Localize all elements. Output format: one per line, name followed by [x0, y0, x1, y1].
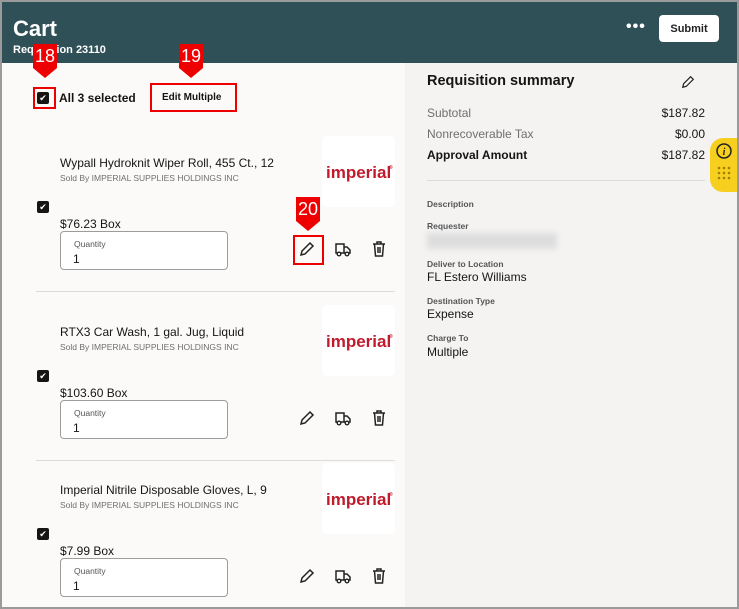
annotation-tag-20: 20 — [296, 197, 320, 231]
destination-value: Expense — [427, 307, 474, 321]
delete-trash-icon[interactable] — [370, 409, 388, 427]
delivery-truck-icon[interactable] — [334, 240, 352, 258]
quantity-input[interactable]: Quantity 1 — [60, 400, 228, 439]
tax-label: Nonrecoverable Tax — [427, 127, 534, 141]
delete-trash-icon[interactable] — [370, 240, 388, 258]
annotation-box-18 — [33, 87, 56, 109]
svg-text:imperial: imperial — [326, 332, 391, 351]
cart-line-item: ✔ Wypall Hydroknit Wiper Roll, 455 Ct., … — [2, 132, 405, 292]
subtotal-row: Subtotal $187.82 — [427, 106, 705, 120]
select-all-label: All 3 selected — [59, 91, 136, 105]
deliver-value: FL Estero Williams — [427, 270, 527, 284]
quantity-value[interactable]: 1 — [73, 579, 80, 593]
page-title: Cart — [13, 16, 58, 41]
item-seller: Sold By IMPERIAL SUPPLIES HOLDINGS INC — [60, 173, 239, 183]
item-name[interactable]: Wypall Hydroknit Wiper Roll, 455 Ct., 12 — [60, 156, 274, 170]
quantity-label: Quantity — [74, 408, 106, 418]
item-price: $76.23 Box — [60, 217, 121, 231]
annotation-box-20 — [293, 235, 324, 265]
item-price: $103.60 Box — [60, 386, 128, 400]
divider — [427, 180, 705, 181]
item-price: $7.99 Box — [60, 544, 115, 558]
edit-line-icon[interactable] — [298, 409, 316, 427]
subtotal-label: Subtotal — [427, 106, 472, 120]
cart-lines-panel: ✔ All 3 selected Edit Multiple ✔ Wypall … — [2, 63, 405, 607]
delete-trash-icon[interactable] — [370, 567, 388, 585]
annotation-tag-19: 19 — [179, 44, 203, 78]
requester-label: Requester — [427, 221, 469, 231]
edit-line-icon[interactable] — [298, 567, 316, 585]
subtotal-value: $187.82 — [661, 106, 705, 120]
item-seller: Sold By IMPERIAL SUPPLIES HOLDINGS INC — [60, 342, 239, 352]
imperial-logo: imperial ® — [322, 463, 395, 534]
header: Cart Requisition 23110 ••• Submit — [2, 2, 737, 63]
requisition-summary-panel: Requisition summary Subtotal $187.82 Nonr… — [405, 63, 737, 607]
svg-text:®: ® — [389, 164, 393, 171]
approval-row: Approval Amount $187.82 — [427, 148, 705, 162]
item-seller: Sold By IMPERIAL SUPPLIES HOLDINGS INC — [60, 500, 239, 510]
summary-title: Requisition summary — [427, 73, 575, 89]
more-actions-icon[interactable]: ••• — [626, 18, 646, 36]
annotation-tag-18: 18 — [33, 44, 57, 78]
description-label: Description — [427, 199, 474, 209]
submit-button[interactable]: Submit — [659, 15, 719, 42]
edit-summary-icon[interactable] — [681, 75, 695, 89]
svg-text:i: i — [723, 147, 726, 158]
quantity-value[interactable]: 1 — [73, 252, 80, 266]
quantity-label: Quantity — [74, 239, 106, 249]
cart-line-item: ✔ RTX3 Car Wash, 1 gal. Jug, Liquid Sold… — [2, 301, 405, 461]
cart-line-item: ✔ Imperial Nitrile Disposable Gloves, L,… — [2, 459, 405, 607]
tax-row: Nonrecoverable Tax $0.00 — [427, 127, 705, 141]
destination-label: Destination Type — [427, 296, 495, 306]
delivery-truck-icon[interactable] — [334, 409, 352, 427]
quantity-input[interactable]: Quantity 1 — [60, 558, 228, 597]
window: Cart Requisition 23110 ••• Submit ✔ All … — [0, 0, 739, 609]
quantity-value[interactable]: 1 — [73, 421, 80, 435]
line-checkbox[interactable]: ✔ — [37, 201, 49, 213]
line-checkbox[interactable]: ✔ — [37, 370, 49, 382]
charge-label: Charge To — [427, 333, 469, 343]
quantity-label: Quantity — [74, 566, 106, 576]
item-name[interactable]: RTX3 Car Wash, 1 gal. Jug, Liquid — [60, 325, 244, 339]
annotation-box-19 — [150, 83, 237, 112]
line-checkbox[interactable]: ✔ — [37, 528, 49, 540]
requisition-number: Requisition 23110 — [13, 44, 106, 56]
item-name[interactable]: Imperial Nitrile Disposable Gloves, L, 9 — [60, 483, 267, 497]
imperial-logo: imperial ® — [322, 305, 395, 376]
help-widget[interactable]: i — [710, 138, 737, 192]
tax-value: $0.00 — [674, 127, 705, 141]
item-divider — [36, 291, 395, 292]
requester-value-redacted — [427, 233, 557, 249]
info-icon[interactable]: i — [710, 138, 737, 192]
imperial-logo: imperial ® — [322, 136, 395, 207]
deliver-label: Deliver to Location — [427, 259, 504, 269]
svg-text:®: ® — [389, 491, 393, 498]
approval-label: Approval Amount — [427, 148, 528, 162]
svg-text:imperial: imperial — [326, 163, 391, 182]
delivery-truck-icon[interactable] — [334, 567, 352, 585]
charge-value: Multiple — [427, 345, 469, 359]
approval-value: $187.82 — [661, 148, 705, 162]
svg-text:®: ® — [389, 333, 393, 340]
svg-text:imperial: imperial — [326, 490, 391, 509]
quantity-input[interactable]: Quantity 1 — [60, 231, 228, 270]
